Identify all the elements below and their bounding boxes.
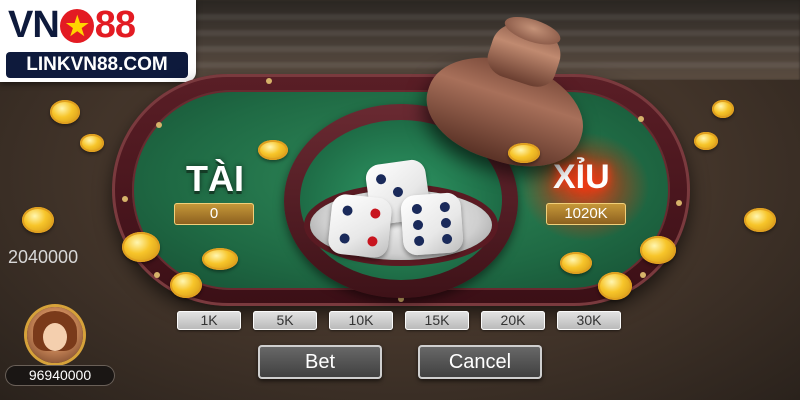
- gold-coin-icon: [694, 132, 718, 150]
- chip-15k[interactable]: 15K: [405, 311, 469, 330]
- gold-coin-icon: [258, 140, 288, 160]
- tai-label[interactable]: TÀI: [186, 158, 244, 200]
- die-2: [327, 193, 393, 259]
- cancel-button[interactable]: Cancel: [418, 345, 542, 379]
- vn88-logo: VN ★ 88 LINKVN88.COM: [0, 0, 196, 82]
- gold-coin-icon: [122, 232, 160, 262]
- chip-10k[interactable]: 10K: [329, 311, 393, 330]
- chip-5k[interactable]: 5K: [253, 311, 317, 330]
- chip-20k[interactable]: 20K: [481, 311, 545, 330]
- rim-stud: [266, 78, 272, 84]
- die-3: [399, 191, 465, 257]
- gold-coin-icon: [640, 236, 676, 264]
- rim-stud: [122, 196, 128, 202]
- rim-stud: [640, 272, 646, 278]
- chip-30k[interactable]: 30K: [557, 311, 621, 330]
- gold-coin-icon: [744, 208, 776, 232]
- gold-coin-icon: [508, 143, 540, 163]
- bet-button[interactable]: Bet: [258, 345, 382, 379]
- xiu-bet-amount[interactable]: 1020K: [546, 203, 626, 225]
- logo-brand: VN ★ 88: [8, 4, 136, 46]
- chip-1k[interactable]: 1K: [177, 311, 241, 330]
- gold-coin-icon: [560, 252, 592, 274]
- gold-coin-icon: [80, 134, 104, 152]
- rim-stud: [638, 116, 644, 122]
- logo-link-text: LINKVN88.COM: [6, 52, 188, 78]
- tai-bet-amount[interactable]: 0: [174, 203, 254, 225]
- rim-stud: [676, 200, 682, 206]
- side-total-amount: 2040000: [8, 247, 79, 267]
- gold-coin-icon: [712, 100, 734, 118]
- gold-coin-icon: [22, 207, 54, 233]
- gold-coin-icon: [202, 248, 238, 270]
- star-icon: ★: [59, 8, 94, 43]
- rim-stud: [156, 122, 162, 128]
- gold-coin-icon: [170, 272, 202, 298]
- player-balance: 96940000: [5, 365, 115, 386]
- gold-coin-icon: [50, 100, 80, 124]
- rim-stud: [154, 272, 160, 278]
- gold-coin-icon: [598, 272, 632, 300]
- avatar[interactable]: [27, 307, 83, 363]
